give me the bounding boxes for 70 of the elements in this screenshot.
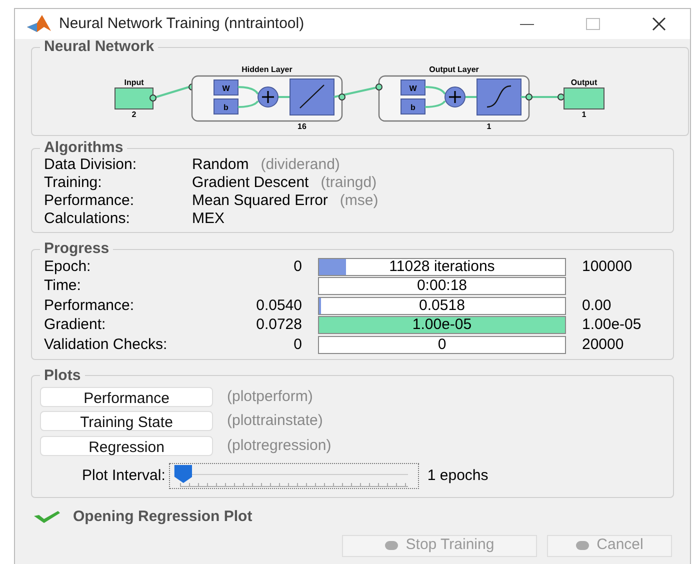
weight-block: W: [214, 80, 238, 96]
start-value: 0: [294, 336, 302, 352]
plot-button[interactable]: Performance: [40, 386, 213, 407]
start-value: 0.0540: [256, 296, 302, 314]
end-value: 100000: [582, 256, 632, 276]
output-size: 1: [582, 110, 586, 119]
progress-label: Validation Checks:: [44, 334, 168, 354]
section-title: Neural Network: [43, 39, 156, 55]
section-title: Algorithms: [43, 140, 124, 156]
linear-function-icon: [290, 78, 334, 116]
connector-line: [334, 84, 382, 100]
algorithm-label: Performance:: [44, 192, 136, 210]
algorithm-label: Calculations:: [44, 210, 131, 228]
function-name: (traingd): [320, 174, 377, 192]
plot-button[interactable]: Training State: [40, 411, 213, 432]
progress-text: 1.00e-05: [411, 317, 473, 334]
close-icon: [652, 17, 666, 31]
algorithm-label: Data Division:: [44, 156, 138, 174]
connector-line: [424, 86, 478, 108]
progress-label: Epoch:: [44, 256, 92, 276]
progress-text: 0.0518: [418, 298, 466, 314]
stop-icon: [576, 541, 589, 550]
connector-line: [521, 94, 564, 100]
function-name: (mse): [340, 192, 378, 210]
input-node: [114, 88, 154, 110]
interval-slider[interactable]: [169, 463, 420, 489]
progress-label: Gradient:: [44, 315, 107, 335]
function-name: (dividerand): [260, 156, 340, 174]
progress-label: Time:: [44, 276, 82, 296]
start-value: 0: [294, 258, 302, 274]
end-value: 1.00e-05: [582, 315, 642, 335]
output-label: Output: [570, 78, 598, 87]
progress-text: 11028 iterations: [388, 258, 496, 275]
function-name: (plotperform): [227, 386, 313, 406]
section-title: Progress: [43, 241, 110, 257]
sigmoid-function-icon: [476, 78, 522, 116]
end-value: 20000: [582, 334, 624, 354]
layer-title: Output Layer: [429, 65, 479, 74]
connector-line: [237, 86, 291, 108]
output-node: [564, 88, 604, 110]
algorithm-label: Training:: [44, 174, 103, 192]
status-text: Opening Regression Plot: [73, 507, 252, 527]
plot-button[interactable]: Regression: [40, 436, 213, 456]
layer-title: Hidden Layer: [242, 65, 292, 74]
start-value: 0.0728: [256, 316, 302, 333]
algorithm-value: MEX: [192, 210, 225, 228]
window-title: Neural Network Training (nntraintool): [59, 14, 304, 34]
sum-icon: [444, 86, 466, 108]
section-title: Plots: [43, 368, 82, 384]
weight-block: W: [400, 80, 426, 96]
interval-reading: 1 epochs: [427, 466, 488, 486]
algorithm-value: Gradient Descent: [192, 174, 309, 192]
logo-icon: [27, 15, 51, 33]
algorithm-value: Random: [192, 156, 249, 174]
bias-block: b: [400, 98, 426, 114]
stop-icon: [384, 541, 398, 550]
end-value: 0.00: [582, 296, 612, 316]
algorithm-value: Mean Squared Error: [192, 192, 328, 210]
progress-label: Performance:: [44, 296, 136, 316]
bias-block: b: [214, 98, 238, 114]
function-name: (plottrainstate): [227, 411, 323, 431]
layer-size: 16: [298, 122, 306, 131]
function-name: (plotregression): [227, 436, 332, 456]
checkmark-icon: [33, 510, 61, 524]
interval-label: Plot Interval:: [82, 466, 166, 486]
input-size: 2: [132, 110, 136, 119]
sum-icon: [258, 86, 278, 108]
layer-size: 1: [486, 122, 492, 131]
slider-thumb[interactable]: [174, 465, 192, 483]
input-label: Input: [124, 78, 144, 87]
